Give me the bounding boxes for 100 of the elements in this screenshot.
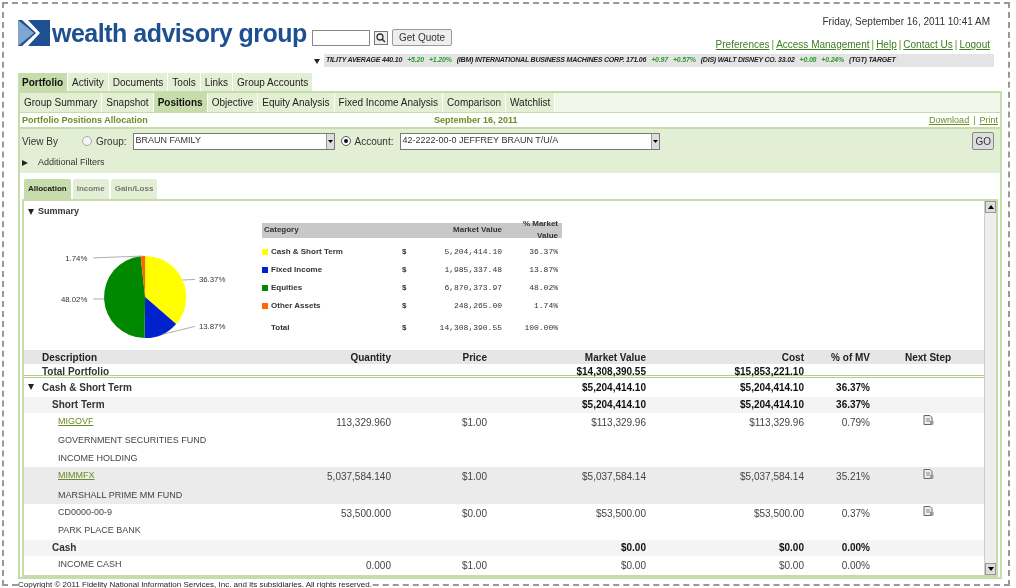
- nav-tab[interactable]: Links: [200, 73, 234, 91]
- section-title: Summary: [38, 205, 80, 218]
- table-cell-text: $113,329.96: [590, 415, 647, 430]
- copyright-text: Copyright © 2011 Fidelity National Information Services, Inc. and its subsidiaries. All rights reserved.: [18, 580, 372, 588]
- category-label: Equities: [271, 282, 303, 294]
- logo-text: wealth advisory group: [52, 20, 307, 46]
- document-icon[interactable]: [922, 469, 934, 479]
- page-link[interactable]: Download: [929, 114, 970, 128]
- table-cell-text: 113,329.960: [335, 415, 392, 430]
- table-cell-text: $15,853,221.10: [733, 364, 805, 379]
- header-link[interactable]: Contact Us: [903, 37, 953, 52]
- table-cell-text: 248,265.00: [453, 300, 502, 312]
- column-header: Market Value: [583, 350, 647, 365]
- sub-tab[interactable]: Positions: [153, 93, 208, 112]
- table-cell-text: 53,500.000: [339, 507, 392, 521]
- category-label: Fixed Income: [271, 264, 323, 276]
- field-label: Group:: [96, 134, 127, 149]
- field-label: View By: [22, 134, 59, 149]
- column-header: Market Value: [452, 224, 502, 236]
- table-cell-text: $0.00: [619, 541, 647, 555]
- select-field[interactable]: 42-2222-00-0 JEFFREY BRAUN T/U/A: [399, 132, 660, 150]
- table-cell-text: 36.37%: [835, 397, 871, 412]
- table-cell-text: $0.00: [777, 541, 805, 555]
- nav-tab[interactable]: Group Accounts: [233, 73, 314, 91]
- table-cell-text: 100.00%: [523, 322, 558, 334]
- link-separator: |: [954, 38, 958, 52]
- link-separator: |: [871, 38, 875, 52]
- content-tab[interactable]: Income: [72, 179, 109, 199]
- table-cell-text: 0.000: [364, 559, 392, 573]
- sub-tab[interactable]: Comparison: [443, 93, 506, 112]
- table-cell-text: CD0000-00-9: [58, 506, 114, 519]
- table-cell-text: $0.00: [777, 559, 805, 573]
- table-cell-text: $1.00: [460, 470, 488, 484]
- caret-icon[interactable]: [28, 208, 34, 215]
- scroll-down-icon[interactable]: [987, 567, 994, 571]
- link-separator: |: [973, 114, 976, 128]
- sub-tab[interactable]: Snapshot: [102, 93, 154, 112]
- table-cell-text: 5,204,414.10: [443, 246, 502, 258]
- caret-icon[interactable]: [652, 139, 658, 143]
- header-link[interactable]: Access Management: [776, 37, 870, 52]
- column-header: % Market Value: [521, 218, 559, 242]
- field-label: Account:: [354, 134, 394, 149]
- content-tab[interactable]: Gain/Loss: [110, 179, 158, 199]
- leader-line: [92, 255, 144, 258]
- table-cell-text: 1,985,337.48: [443, 264, 502, 276]
- content-tab[interactable]: Allocation: [24, 179, 71, 199]
- radio-button[interactable]: [340, 136, 351, 146]
- document-icon[interactable]: [922, 414, 934, 425]
- nav-tab[interactable]: Documents: [108, 73, 169, 91]
- sub-tab[interactable]: Watchlist: [506, 93, 556, 112]
- scroll-up-icon[interactable]: [987, 205, 994, 209]
- sub-tab[interactable]: Fixed Income Analysis: [334, 93, 444, 112]
- header-link[interactable]: Help: [876, 37, 897, 52]
- sub-tab[interactable]: Equity Analysis: [258, 93, 335, 112]
- sub-tab[interactable]: Objective: [207, 93, 259, 112]
- go-button[interactable]: GO: [972, 132, 994, 150]
- caret-icon[interactable]: [28, 384, 34, 390]
- column-header: Quantity: [349, 350, 392, 365]
- search-icon[interactable]: [374, 30, 388, 45]
- table-cell-text: 14,308,390.55: [438, 322, 502, 334]
- document-icon[interactable]: [922, 506, 934, 516]
- slice-label: 1.74%: [65, 253, 88, 263]
- sub-tab[interactable]: Group Summary: [20, 93, 103, 112]
- filters-toggle[interactable]: Additional Filters: [38, 156, 105, 170]
- nav-tab[interactable]: Portfolio: [18, 73, 69, 91]
- get-quote-button[interactable]: Get Quote: [392, 29, 453, 46]
- page-title: Portfolio Positions Allocation: [22, 114, 149, 128]
- caret-icon[interactable]: [327, 139, 333, 143]
- scrollbar[interactable]: [984, 201, 996, 575]
- page-link[interactable]: Print: [979, 114, 998, 128]
- caret-icon[interactable]: [22, 160, 28, 166]
- table-cell-text: $: [402, 282, 408, 294]
- table-cell-text: 48.02%: [528, 282, 558, 294]
- column-header: Price: [461, 350, 488, 365]
- leader-line: [182, 278, 196, 280]
- symbol-link[interactable]: MIGOVF: [58, 414, 296, 428]
- select-field[interactable]: BRAUN FAMILY: [132, 132, 335, 150]
- logo-icon: [18, 20, 50, 46]
- table-cell-text: Total Portfolio: [41, 364, 111, 379]
- column-header: Next Step: [903, 350, 953, 365]
- table-cell-text: 0.00%: [840, 559, 871, 573]
- table-cell-text: 13.87%: [528, 264, 558, 276]
- nav-tab[interactable]: Activity: [68, 73, 109, 91]
- category-label: Total: [271, 322, 290, 334]
- table-cell-text: $5,204,414.10: [581, 397, 647, 412]
- table-cell-text: Cash: [51, 541, 78, 555]
- quote-field[interactable]: [312, 29, 370, 46]
- header-link[interactable]: Logout: [959, 37, 990, 52]
- radio-button[interactable]: [82, 136, 92, 146]
- header-link[interactable]: Preferences: [715, 37, 770, 52]
- table-cell-text: PARK PLACE BANK: [58, 523, 142, 537]
- table-cell-text: 36.37%: [835, 380, 871, 395]
- table-cell-text: $: [402, 322, 408, 334]
- table-cell-text: 0.37%: [840, 507, 871, 521]
- table-cell-text: 1.74%: [533, 300, 558, 312]
- table-cell-text: 6,870,373.97: [443, 282, 502, 294]
- link-separator: |: [898, 38, 902, 52]
- link-separator: |: [771, 38, 775, 52]
- caret-icon[interactable]: [314, 57, 320, 64]
- nav-tab[interactable]: Tools: [168, 73, 201, 91]
